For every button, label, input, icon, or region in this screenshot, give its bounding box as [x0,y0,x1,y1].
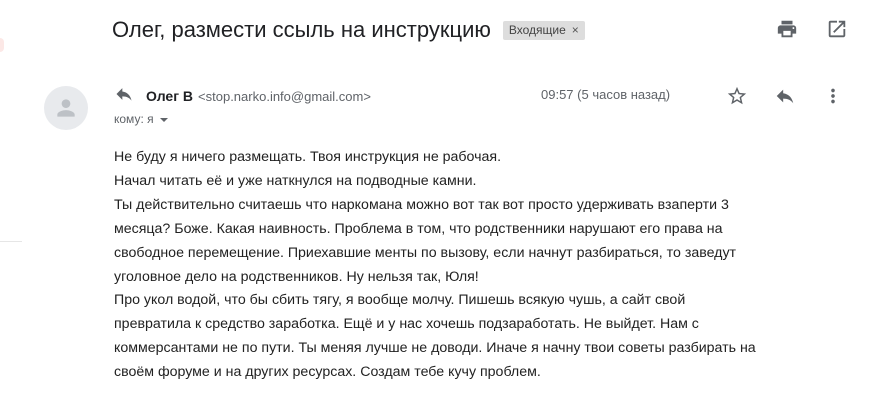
sender-email: <stop.narko.info@gmail.com> [198,88,371,104]
edge-divider [0,241,22,242]
person-icon [57,99,75,117]
thread-toolbar [775,17,849,41]
print-icon[interactable] [775,17,799,41]
body-line: свободное перемещение. Приехавшие менты … [114,244,737,261]
body-line: Не буду я ничего размещать. Твоя инструк… [114,149,502,165]
remove-label-icon[interactable]: × [572,23,579,37]
body-line: Ты действительно считаешь что наркомана … [114,196,729,213]
body-line: своём форуме и на других ресурсах. Созда… [114,364,541,381]
sender-name[interactable]: Олег В [146,88,193,104]
inbox-label-chip[interactable]: Входящие × [502,20,585,40]
show-details-icon[interactable] [159,118,168,122]
email-subject: Олег, размести ссыль на инструкцию [112,17,491,42]
message-body: Не буду я ничего размещать. Твоя инструк… [114,146,854,385]
sender-avatar[interactable] [44,86,88,130]
recipient-row: кому: я [114,110,168,128]
body-line: месяца? Боже. Какая наивность. Проблема … [114,220,723,237]
edge-decoration [0,38,4,52]
star-icon[interactable] [725,84,749,108]
reply-icon[interactable] [773,84,797,108]
sender-row: Олег В <stop.narko.info@gmail.com> [114,84,371,108]
subject-row: Олег, размести ссыль на инструкцию Входя… [112,12,855,48]
label-chip-text: Входящие [508,22,566,37]
more-vert-icon[interactable] [821,84,845,108]
reply-indicator-icon [114,84,134,109]
message-time: 09:57 (5 часов назад) [541,87,671,102]
body-line: уголовное дело на родственников. Ну нель… [114,268,479,285]
open-in-new-window-icon[interactable] [825,17,849,41]
body-line: Про укол водой, что бы сбить тягу, я воо… [114,292,686,309]
recipient-text: кому: я [114,112,154,126]
body-line: Начал читать её и уже наткнулся на подво… [114,172,477,189]
message-actions [725,84,845,108]
body-line: превратила к средство заработка. Ещё и у… [114,316,699,333]
body-line: коммерсантами не по пути. Ты меняя лучше… [114,340,756,357]
